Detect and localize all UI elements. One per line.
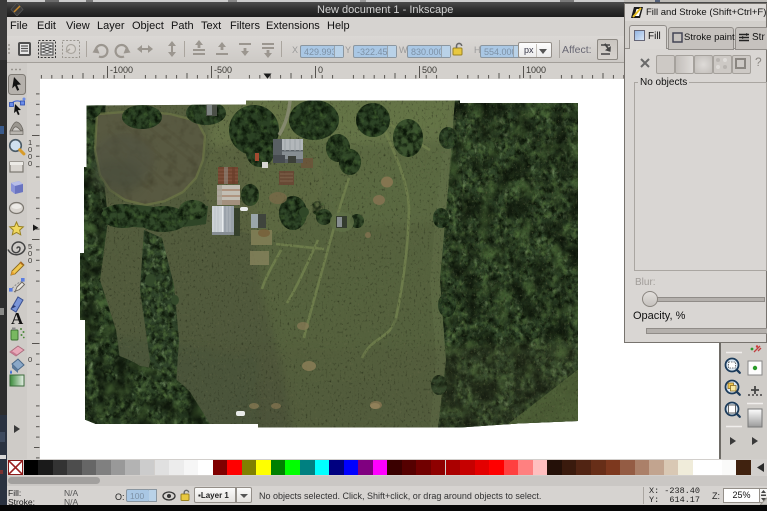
- svg-text:0: 0: [28, 355, 32, 364]
- svg-text:0: 0: [28, 159, 32, 168]
- svg-text:A: A: [11, 309, 24, 328]
- svg-text:0: 0: [28, 256, 32, 265]
- svg-text:-1000: -1000: [110, 65, 133, 75]
- svg-text:-500: -500: [214, 65, 232, 75]
- svg-text:1000: 1000: [526, 65, 546, 75]
- svg-text:500: 500: [422, 65, 437, 75]
- svg-text:0: 0: [318, 65, 323, 75]
